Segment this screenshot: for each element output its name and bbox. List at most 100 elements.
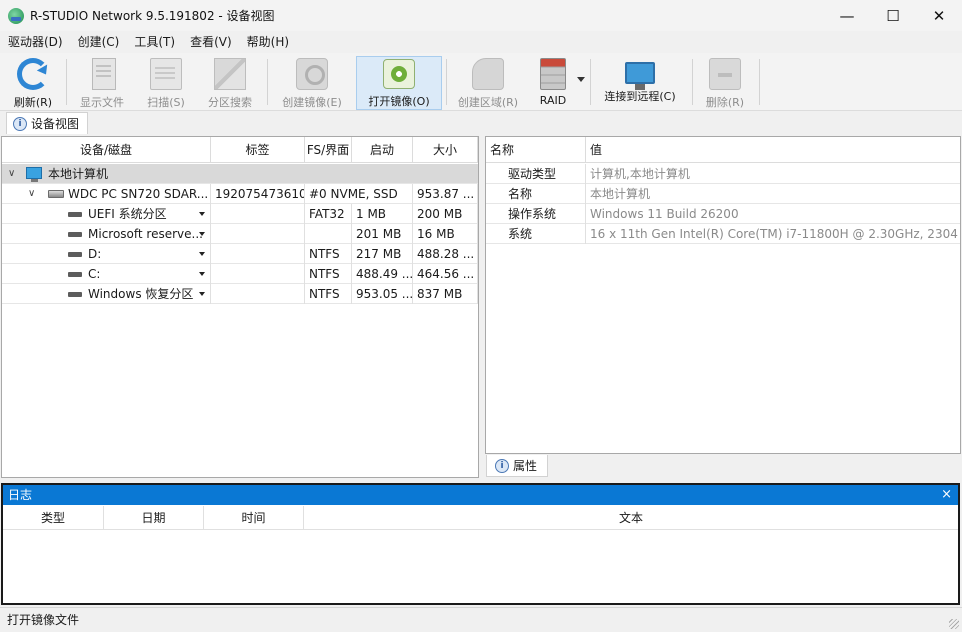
- raid-dropdown-arrow-icon[interactable]: [577, 77, 585, 82]
- partition-icon: [68, 272, 82, 277]
- cell-label: 192075473610: [211, 184, 305, 204]
- column-header-label[interactable]: 标签: [211, 137, 305, 163]
- tab-device-view[interactable]: i 设备视图: [6, 112, 89, 134]
- maximize-button[interactable]: ☐: [870, 0, 916, 31]
- property-key: 系统: [486, 224, 586, 244]
- cell-start: 217 MB: [352, 244, 413, 264]
- collapse-chevron-icon[interactable]: ∨: [28, 184, 35, 204]
- cell-device-name: UEFI 系统分区: [84, 204, 211, 224]
- info-icon: i: [13, 116, 27, 131]
- menu-create[interactable]: 创建(C): [70, 31, 127, 53]
- table-row-disk[interactable]: ∨ WDC PC SN720 SDAR... 192075473610 #0 N…: [2, 184, 478, 204]
- collapse-chevron-icon[interactable]: ∨: [8, 164, 15, 184]
- cell-start: 488.49 ...: [352, 264, 413, 284]
- toolbar: 刷新(R) 显示文件 扫描(S) 分区搜索 创建镜像(E) 打开镜像(O) 创建…: [0, 53, 962, 111]
- toolbar-separator: [267, 59, 268, 105]
- menu-drive[interactable]: 驱动器(D): [0, 31, 70, 53]
- cell-label: [211, 284, 305, 304]
- delete-button[interactable]: 删除(R): [700, 56, 750, 110]
- status-text: 打开镜像文件: [7, 613, 80, 627]
- refresh-label: 刷新(R): [13, 96, 53, 109]
- cell-start: 953.05 ...: [352, 284, 413, 304]
- refresh-button[interactable]: 刷新(R): [8, 56, 58, 110]
- toolbar-separator: [446, 59, 447, 105]
- property-row[interactable]: 系统 16 x 11th Gen Intel(R) Core(TM) i7-11…: [486, 224, 960, 244]
- close-button[interactable]: ✕: [916, 0, 962, 31]
- property-key: 操作系统: [486, 204, 586, 224]
- open-image-button[interactable]: 打开镜像(O): [356, 56, 442, 110]
- create-image-label: 创建镜像(E): [282, 96, 342, 109]
- row-dropdown-arrow-icon[interactable]: [199, 232, 205, 236]
- row-dropdown-arrow-icon[interactable]: [199, 212, 205, 216]
- scan-icon: [150, 58, 182, 90]
- log-panel: 日志 × 类型 日期 时间 文本: [1, 483, 960, 605]
- info-icon: i: [495, 458, 509, 473]
- raid-button[interactable]: RAID: [534, 56, 572, 110]
- table-row-partition[interactable]: Windows 恢复分区 NTFS 953.05 ... 837 MB: [2, 284, 478, 304]
- scan-button[interactable]: 扫描(S): [140, 56, 192, 110]
- property-value: 计算机,本地计算机: [590, 167, 690, 181]
- tab-properties[interactable]: i 属性: [486, 455, 549, 477]
- property-value: Windows 11 Build 26200: [590, 207, 739, 221]
- partition-search-label: 分区搜索: [208, 96, 252, 109]
- cell-device-name: C:: [84, 264, 211, 284]
- row-dropdown-arrow-icon[interactable]: [199, 272, 205, 276]
- column-header-value[interactable]: 值: [586, 137, 960, 163]
- connect-remote-button[interactable]: 连接到远程(C): [598, 56, 682, 110]
- table-row-partition[interactable]: C: NTFS 488.49 ... 464.56 ...: [2, 264, 478, 284]
- column-header-text[interactable]: 文本: [304, 506, 958, 530]
- row-dropdown-arrow-icon[interactable]: [199, 252, 205, 256]
- table-row-partition[interactable]: D: NTFS 217 MB 488.28 ...: [2, 244, 478, 264]
- menu-help[interactable]: 帮助(H): [239, 31, 296, 53]
- cell-size: 837 MB: [413, 284, 478, 304]
- refresh-icon: [17, 58, 49, 90]
- resize-grip-icon[interactable]: [949, 619, 959, 629]
- minimize-button[interactable]: —: [824, 0, 870, 31]
- open-image-icon: [383, 59, 415, 89]
- properties-panel: 名称 值 驱动类型 计算机,本地计算机 名称 本地计算机 操作系统 Window…: [485, 136, 961, 454]
- column-header-type[interactable]: 类型: [3, 506, 104, 530]
- show-files-button[interactable]: 显示文件: [74, 56, 130, 110]
- create-image-button[interactable]: 创建镜像(E): [276, 56, 348, 110]
- menu-view[interactable]: 查看(V): [182, 31, 239, 53]
- tree-group-local-computer[interactable]: ∨ 本地计算机: [2, 164, 478, 184]
- tab-properties-label: 属性: [513, 459, 538, 473]
- partition-icon: [68, 232, 82, 237]
- table-row-partition[interactable]: Microsoft reserve... 201 MB 16 MB: [2, 224, 478, 244]
- log-title: 日志: [8, 488, 33, 502]
- row-dropdown-arrow-icon[interactable]: [199, 292, 205, 296]
- property-value: 16 x 11th Gen Intel(R) Core(TM) i7-11800…: [590, 227, 960, 241]
- log-close-icon[interactable]: ×: [941, 485, 952, 505]
- table-row-partition[interactable]: UEFI 系统分区 FAT32 1 MB 200 MB: [2, 204, 478, 224]
- status-bar: 打开镜像文件: [0, 607, 962, 632]
- delete-label: 删除(R): [705, 96, 745, 109]
- partition-search-button[interactable]: 分区搜索: [202, 56, 258, 110]
- title-bar: R-STUDIO Network 9.5.191802 - 设备视图 — ☐ ✕: [0, 0, 962, 31]
- property-row[interactable]: 名称 本地计算机: [486, 184, 960, 204]
- column-header-fs[interactable]: FS/界面: [305, 137, 352, 163]
- remote-computer-icon: [625, 62, 655, 90]
- property-key: 驱动类型: [486, 164, 586, 184]
- raid-icon: [540, 58, 566, 90]
- cell-fs: FAT32: [305, 204, 352, 224]
- hard-disk-icon: [48, 190, 64, 198]
- column-header-device[interactable]: 设备/磁盘: [2, 137, 211, 163]
- disk-image-icon: [296, 58, 328, 90]
- toolbar-separator: [66, 59, 67, 105]
- column-header-time[interactable]: 时间: [204, 506, 304, 530]
- cell-fs: NTFS: [305, 284, 352, 304]
- cell-size: 953.87 ...: [413, 184, 478, 204]
- column-header-name[interactable]: 名称: [486, 137, 586, 163]
- property-row[interactable]: 操作系统 Windows 11 Build 26200: [486, 204, 960, 224]
- column-header-size[interactable]: 大小: [413, 137, 478, 163]
- computer-icon: [26, 167, 42, 182]
- create-region-button[interactable]: 创建区域(R): [452, 56, 524, 110]
- cell-device-name: D:: [84, 244, 211, 264]
- partition-search-icon: [214, 58, 246, 90]
- column-header-start[interactable]: 启动: [352, 137, 413, 163]
- toolbar-separator: [759, 59, 760, 105]
- property-row[interactable]: 驱动类型 计算机,本地计算机: [486, 164, 960, 184]
- column-header-date[interactable]: 日期: [104, 506, 204, 530]
- menu-tools[interactable]: 工具(T): [126, 31, 182, 53]
- log-title-bar: 日志 ×: [3, 485, 958, 505]
